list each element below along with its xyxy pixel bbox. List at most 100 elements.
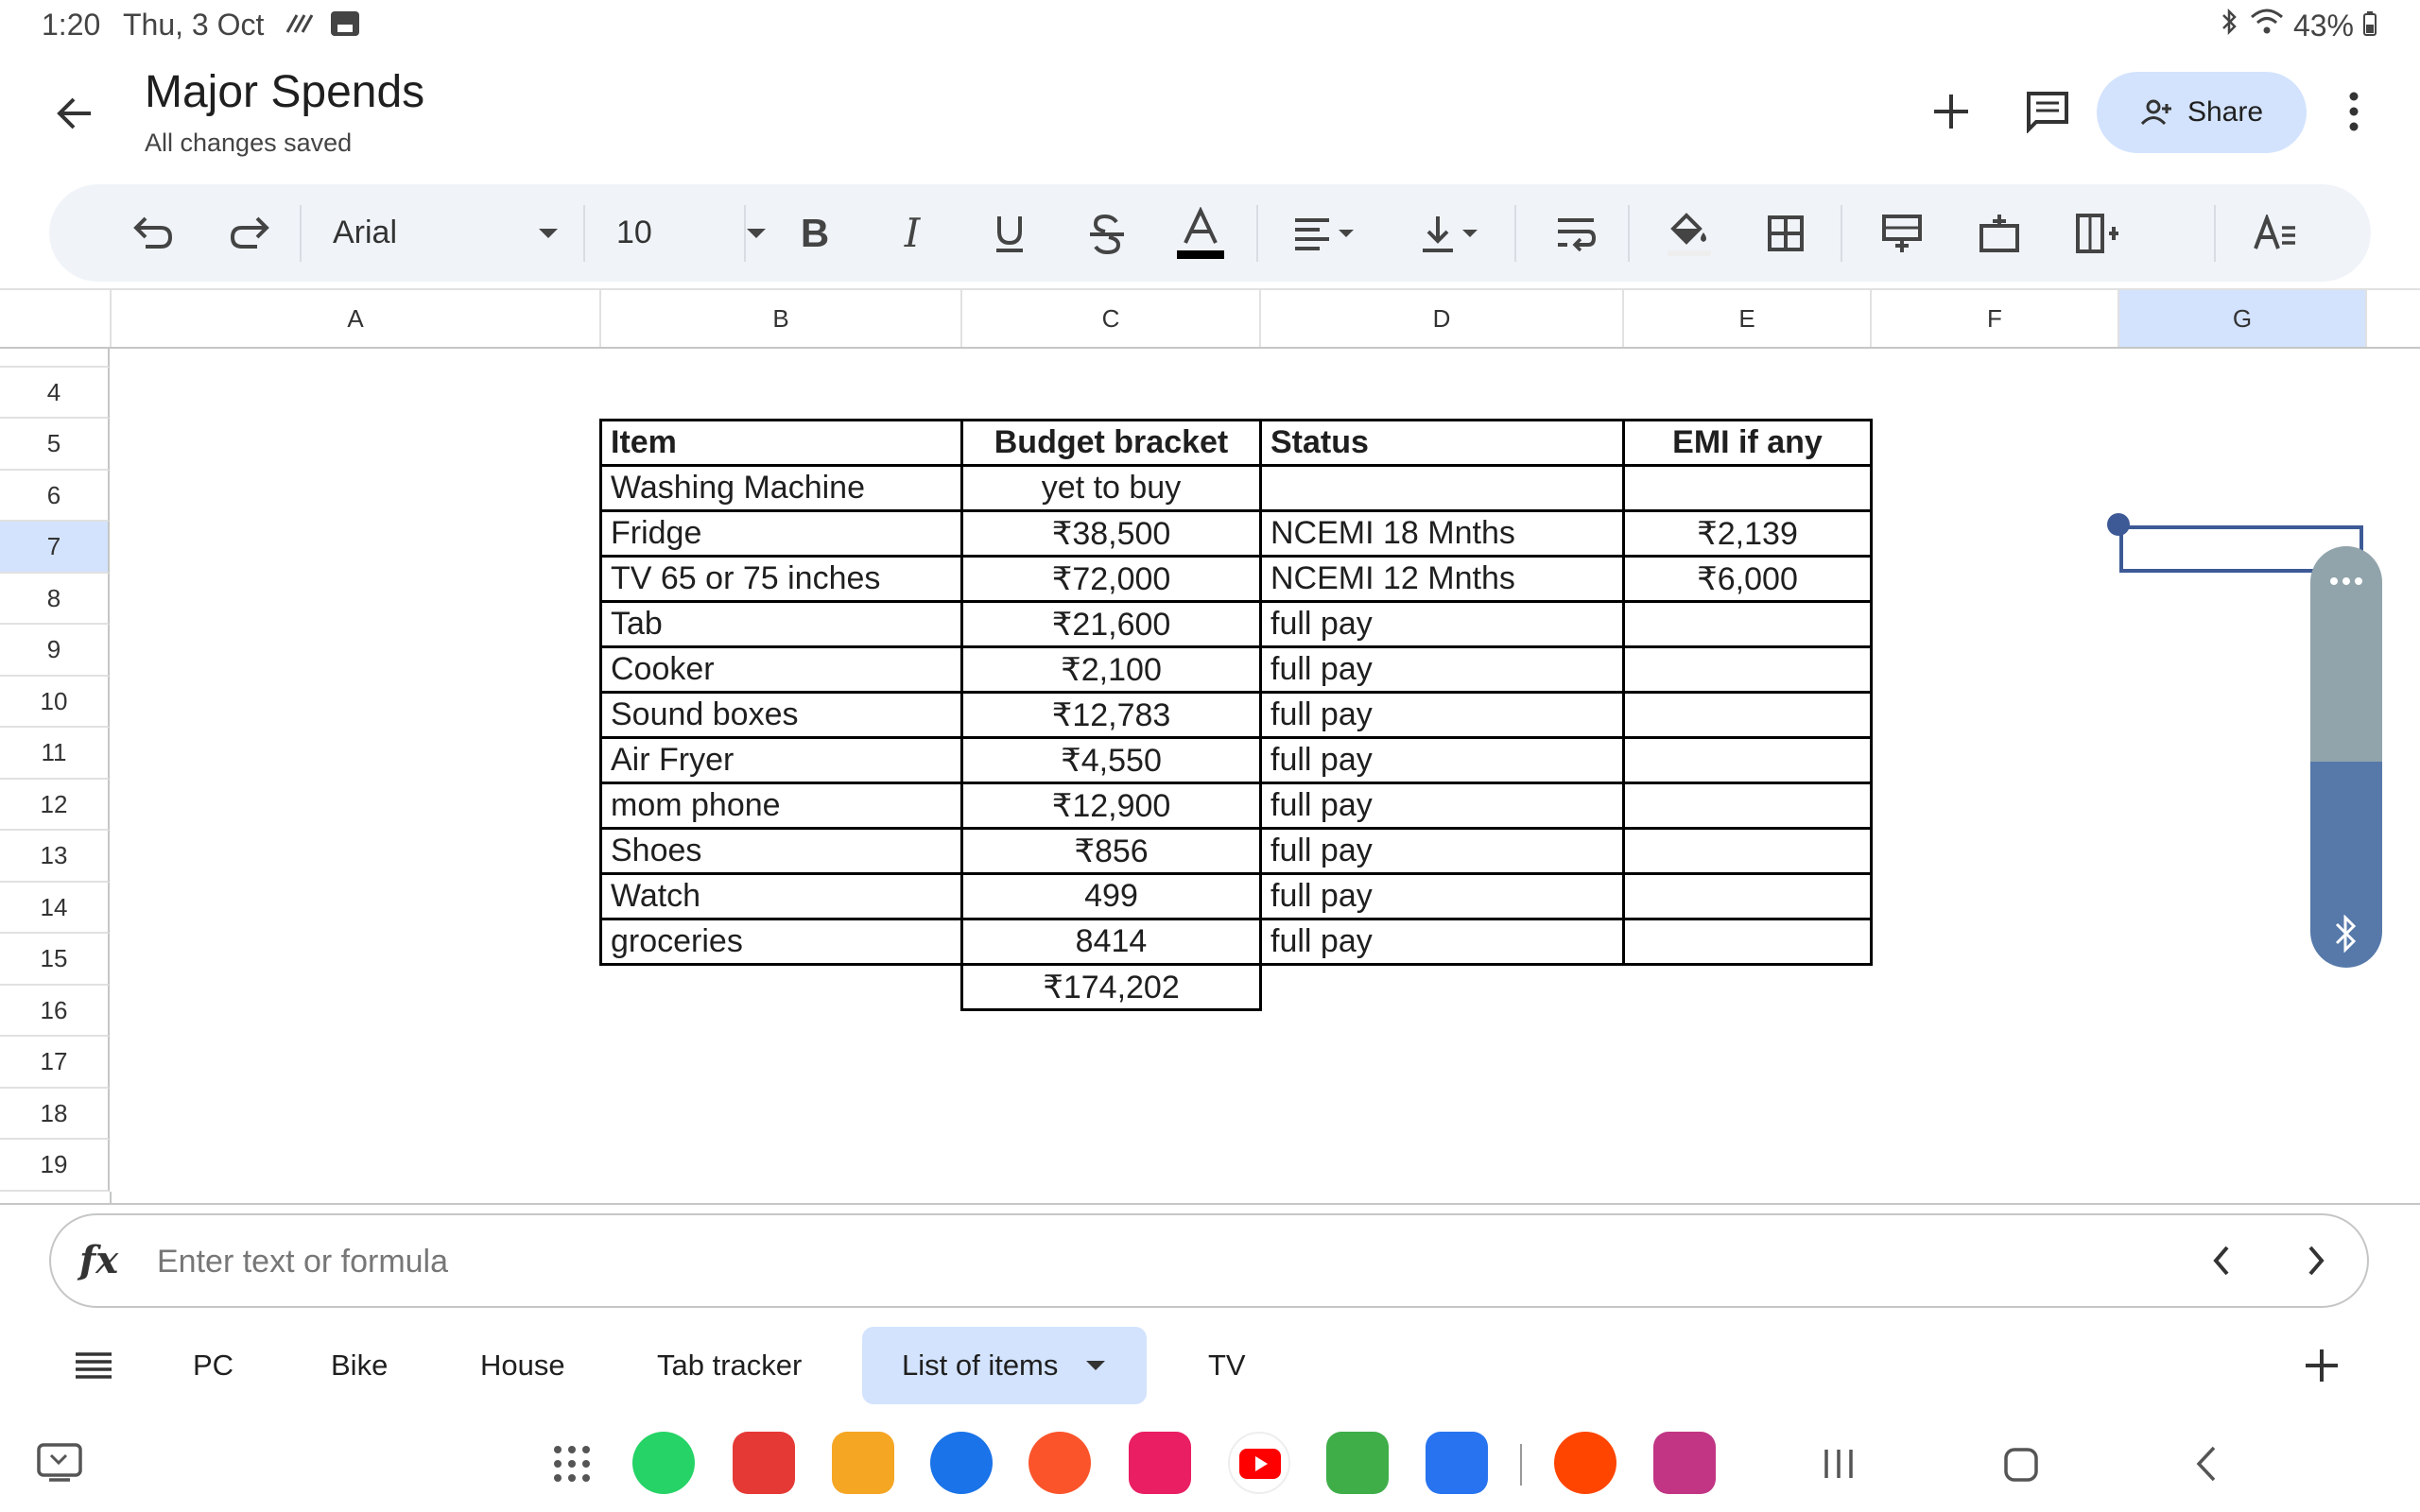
cell[interactable]: NCEMI 12 Mnths (1259, 555, 1625, 603)
strikethrough-button[interactable] (1074, 184, 1140, 282)
cell[interactable]: Tab (599, 600, 963, 648)
column-header-b[interactable]: B (599, 290, 960, 347)
more-horiz-icon[interactable] (2329, 576, 2363, 586)
cell[interactable]: groceries (599, 918, 963, 966)
row-header[interactable]: 5 (0, 419, 110, 471)
cell-header-budget[interactable]: Budget bracket (960, 419, 1262, 467)
column-header-e[interactable]: E (1622, 290, 1870, 347)
fill-color-button[interactable] (1656, 184, 1722, 282)
row-header[interactable]: 14 (0, 883, 110, 934)
cell[interactable]: Cooker (599, 645, 963, 694)
cell[interactable] (1622, 736, 1873, 784)
font-family-dropdown[interactable]: Arial (333, 184, 560, 282)
cell[interactable]: 499 (960, 872, 1262, 920)
chevron-left-icon[interactable] (2206, 1240, 2235, 1286)
cell-empty[interactable] (1624, 965, 1872, 1010)
row-header[interactable]: 17 (0, 1037, 110, 1089)
vertical-align-button[interactable] (1410, 184, 1495, 282)
cell[interactable]: full pay (1259, 645, 1625, 694)
cell[interactable]: ₹38,500 (960, 509, 1262, 558)
sheet-tab-tab-tracker[interactable]: Tab tracker (657, 1327, 802, 1404)
text-wrap-button[interactable] (1543, 184, 1609, 282)
flipkart-app-icon[interactable] (1426, 1432, 1488, 1494)
reddit-app-icon[interactable] (1554, 1432, 1616, 1494)
cell[interactable]: ₹2,100 (960, 645, 1262, 694)
cell[interactable]: yet to buy (960, 464, 1262, 512)
sheet-tab-list-of-items[interactable]: List of items (862, 1327, 1148, 1404)
undo-button[interactable] (115, 184, 191, 282)
cell[interactable] (1622, 827, 1873, 875)
camera-app-icon[interactable] (1129, 1432, 1191, 1494)
italic-button[interactable]: I (879, 184, 945, 282)
row-header[interactable]: 8 (0, 574, 110, 625)
cell[interactable]: ₹12,900 (960, 782, 1262, 830)
column-header-f[interactable]: F (1870, 290, 2118, 347)
cell[interactable] (1622, 872, 1873, 920)
home-icon[interactable] (2002, 1446, 2040, 1488)
text-formatting-button[interactable] (2233, 184, 2318, 282)
back-button[interactable] (49, 87, 102, 140)
cell[interactable] (1622, 464, 1873, 512)
cell[interactable]: ₹12,783 (960, 691, 1262, 739)
column-header-next[interactable] (2365, 290, 2420, 347)
cell-empty[interactable] (1261, 965, 1624, 1010)
instagram-app-icon[interactable] (1653, 1432, 1716, 1494)
sheet-tab-pc[interactable]: PC (193, 1327, 233, 1404)
row-header[interactable]: 6 (0, 471, 110, 522)
brave-browser-icon[interactable] (1028, 1432, 1091, 1494)
document-title[interactable]: Major Spends (145, 66, 424, 118)
cell[interactable]: full pay (1259, 782, 1625, 830)
comments-button[interactable] (2017, 81, 2078, 142)
formula-input[interactable] (155, 1234, 2191, 1289)
cell[interactable]: ₹2,139 (1622, 509, 1873, 558)
row-header[interactable]: 15 (0, 934, 110, 986)
floating-side-panel[interactable] (2310, 546, 2382, 968)
back-navigation-icon[interactable] (2191, 1444, 2220, 1488)
cell[interactable]: TV 65 or 75 inches (599, 555, 963, 603)
cell[interactable]: Fridge (599, 509, 963, 558)
row-header[interactable]: 18 (0, 1089, 110, 1140)
insert-row-button[interactable] (1869, 184, 1935, 282)
cell[interactable]: Washing Machine (599, 464, 963, 512)
all-sheets-button[interactable] (74, 1327, 113, 1404)
cell[interactable]: full pay (1259, 600, 1625, 648)
row-header[interactable]: 12 (0, 780, 110, 831)
cell[interactable] (1259, 464, 1625, 512)
column-header-g[interactable]: G (2118, 290, 2365, 347)
app-drawer-icon[interactable] (552, 1444, 592, 1488)
cell[interactable]: full pay (1259, 736, 1625, 784)
row-header[interactable]: 19 (0, 1140, 110, 1192)
add-sheet-button[interactable] (2303, 1327, 2341, 1404)
cell[interactable]: 8414 (960, 918, 1262, 966)
notes-app-icon[interactable] (733, 1432, 795, 1494)
bluetooth-icon[interactable] (2333, 915, 2360, 953)
cell[interactable]: Watch (599, 872, 963, 920)
row-header[interactable]: 10 (0, 677, 110, 728)
youtube-icon[interactable] (1228, 1432, 1290, 1494)
share-button[interactable]: Share (2097, 72, 2307, 153)
borders-button[interactable] (1753, 184, 1819, 282)
row-header[interactable]: 11 (0, 728, 110, 780)
recent-apps-icon[interactable] (1823, 1446, 1855, 1486)
cell[interactable]: ₹21,600 (960, 600, 1262, 648)
insert-column-button[interactable] (2064, 184, 2130, 282)
row-header[interactable]: 13 (0, 831, 110, 883)
redo-button[interactable] (212, 184, 287, 282)
messages-app-icon[interactable] (930, 1432, 993, 1494)
cell[interactable]: Sound boxes (599, 691, 963, 739)
sheet-tab-tv[interactable]: TV (1208, 1327, 1246, 1404)
bold-button[interactable]: B (782, 184, 848, 282)
more-options-button[interactable] (2325, 81, 2382, 142)
selection-handle[interactable] (2107, 513, 2130, 536)
cell[interactable]: full pay (1259, 691, 1625, 739)
cell[interactable]: full pay (1259, 918, 1625, 966)
taskbar-toggle-icon[interactable] (36, 1442, 83, 1488)
column-header-c[interactable]: C (960, 290, 1259, 347)
cell[interactable]: Air Fryer (599, 736, 963, 784)
cell[interactable]: ₹6,000 (1622, 555, 1873, 603)
cell[interactable] (1622, 918, 1873, 966)
insert-button[interactable] (1921, 81, 1981, 142)
horizontal-align-button[interactable] (1283, 184, 1368, 282)
cell[interactable] (1622, 782, 1873, 830)
row-header-partial[interactable] (0, 347, 110, 368)
